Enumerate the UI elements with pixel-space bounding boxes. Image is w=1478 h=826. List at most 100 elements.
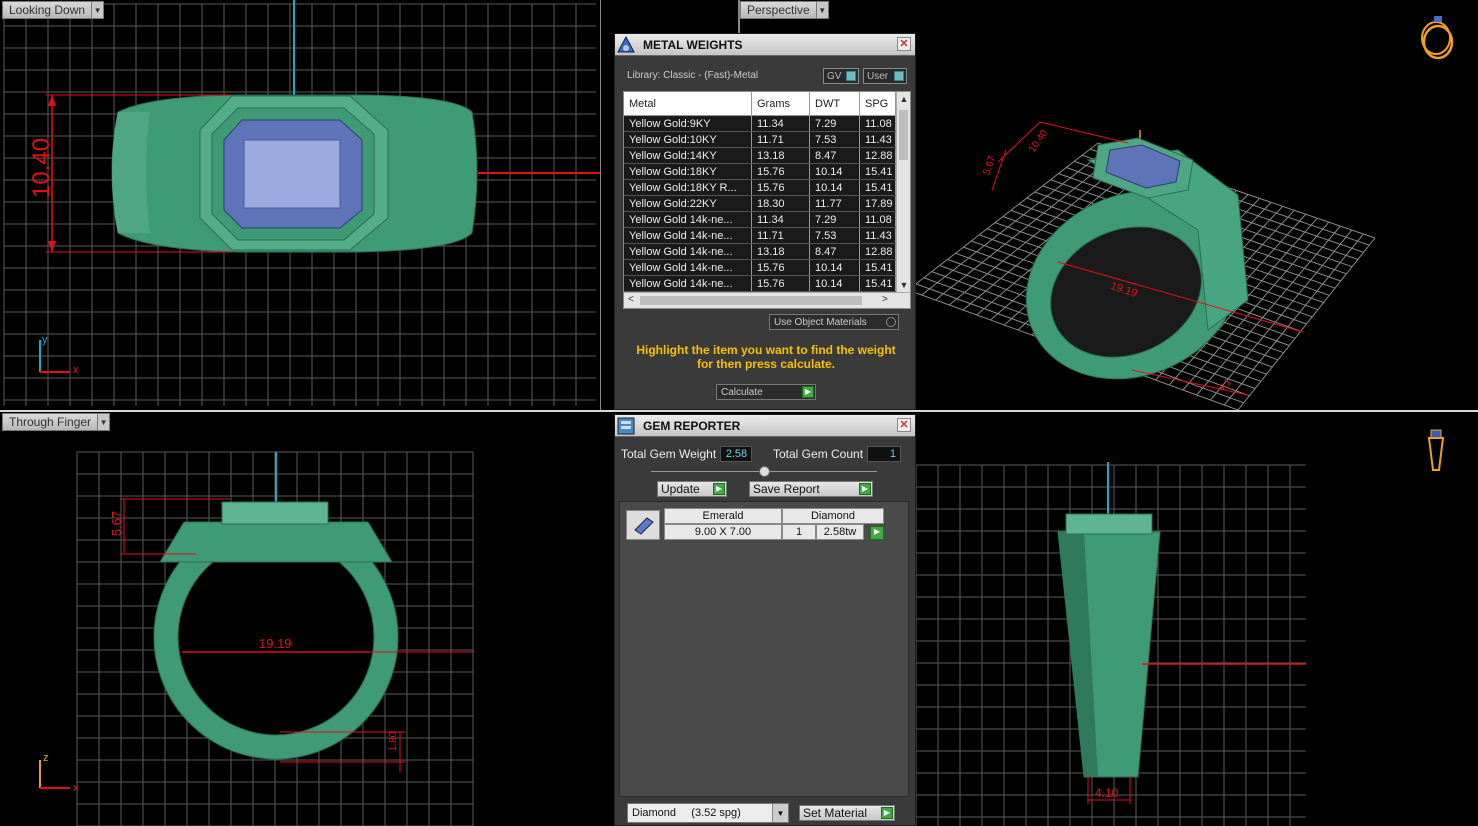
splitter-handle[interactable] — [759, 466, 770, 477]
table-cell: 10.14 — [810, 260, 860, 275]
update-button[interactable]: Update ▶ — [657, 481, 727, 497]
save-report-label: Save Report — [753, 482, 820, 496]
vertical-scrollbar[interactable]: ▲ ▼ — [896, 92, 910, 292]
table-cell: 11.77 — [810, 196, 860, 211]
total-gem-count-value: 1 — [867, 446, 902, 462]
axis-y-label: y — [42, 334, 48, 346]
viewport-separator — [600, 0, 601, 410]
table-cell: 7.29 — [810, 212, 860, 227]
chevron-down-icon[interactable]: ▼ — [97, 414, 110, 430]
gem-reporter-titlebar[interactable]: GEM REPORTER ✕ — [615, 415, 915, 437]
table-cell: 13.18 — [752, 244, 810, 259]
close-icon[interactable]: ✕ — [897, 37, 911, 51]
gv-toggle[interactable]: GV — [823, 68, 859, 84]
user-toggle[interactable]: User — [863, 68, 907, 84]
radio-icon — [886, 317, 896, 327]
chevron-down-icon[interactable]: ▼ — [815, 2, 828, 18]
total-gem-count-label: Total Gem Count — [773, 447, 864, 461]
gem-cut[interactable]: Emerald — [664, 508, 782, 524]
viewport-label-looking-down[interactable]: Looking Down ▼ — [2, 1, 105, 19]
chevron-down-icon[interactable]: ▼ — [772, 804, 788, 822]
chevron-down-icon[interactable]: ▼ — [91, 2, 104, 18]
viewport-label-perspective[interactable]: Perspective ▼ — [740, 1, 829, 19]
set-material-button[interactable]: Set Material ▶ — [799, 805, 895, 821]
material-select[interactable]: Diamond (3.52 spg) ▼ — [627, 803, 789, 823]
gv-toggle-label: GV — [827, 70, 842, 82]
chevron-left-icon[interactable]: < — [628, 294, 634, 305]
chevron-right-icon[interactable]: > — [882, 294, 888, 305]
play-icon[interactable]: ▶ — [870, 526, 884, 540]
table-cell: 12.88 — [860, 244, 896, 259]
play-icon: ▶ — [802, 386, 814, 398]
metal-table: Metal Grams DWT SPG Yellow Gold:9KY 11.34… — [623, 91, 911, 309]
table-row[interactable]: Yellow Gold:18KY R... 15.76 10.14 15.41 — [624, 180, 910, 196]
gem-reporter-panel: GEM REPORTER ✕ Total Gem Weight 2.58 Tot… — [614, 414, 916, 826]
table-cell: 17.89 — [860, 196, 896, 211]
through-finger-scene — [39, 451, 474, 826]
horizontal-scrollbar[interactable]: < > — [624, 292, 910, 308]
table-cell: 15.76 — [752, 164, 810, 179]
metal-weights-titlebar[interactable]: METAL WEIGHTS ✕ — [615, 34, 915, 56]
table-cell: 15.41 — [860, 164, 896, 179]
table-cell: Yellow Gold:18KY — [624, 164, 752, 179]
dim-label-height: 5.67 — [109, 510, 125, 537]
table-cell: Yellow Gold:14KY — [624, 148, 752, 163]
close-icon[interactable]: ✕ — [897, 418, 911, 432]
table-cell: 15.41 — [860, 180, 896, 195]
table-header: Metal Grams DWT SPG — [624, 92, 910, 116]
gem-weight[interactable]: 2.58tw — [816, 524, 864, 540]
column-header[interactable]: SPG — [860, 92, 896, 115]
library-label: Library: Classic - (Fast)-Metal — [627, 70, 759, 81]
table-row[interactable]: Yellow Gold 14k-ne... 11.34 7.29 11.08 — [624, 212, 910, 228]
table-cell: 10.14 — [810, 180, 860, 195]
table-cell: 11.71 — [752, 228, 810, 243]
column-header[interactable]: Metal — [624, 92, 752, 115]
viewport-through-finger[interactable]: 5.67 19.19 1.80 z x Through Finger ▼ — [0, 412, 614, 826]
table-cell: 12.88 — [860, 148, 896, 163]
table-cell: 15.76 — [752, 276, 810, 291]
update-label: Update — [661, 482, 700, 496]
table-cell: 11.71 — [752, 132, 810, 147]
table-row[interactable]: Yellow Gold:18KY 15.76 10.14 15.41 — [624, 164, 910, 180]
chevron-up-icon[interactable]: ▲ — [897, 94, 910, 104]
dimension-label: 10.40 — [28, 137, 55, 198]
gem-thumbnail-icon[interactable] — [626, 510, 660, 540]
gem-count[interactable]: 1 — [782, 524, 816, 540]
table-row[interactable]: Yellow Gold:22KY 18.30 11.77 17.89 — [624, 196, 910, 212]
table-row[interactable]: Yellow Gold 14k-ne... 15.76 10.14 15.41 — [624, 260, 910, 276]
chevron-down-icon[interactable]: ▼ — [897, 280, 910, 290]
dim-label-inner-diameter: 19.19 — [259, 636, 292, 651]
instruction-text: Highlight the item you want to find the … — [625, 343, 907, 371]
table-cell: 11.08 — [860, 212, 896, 227]
total-gem-weight-field: Total Gem Weight 2.58 — [621, 446, 753, 462]
use-object-materials-label: Use Object Materials — [774, 316, 867, 328]
table-row[interactable]: Yellow Gold:10KY 11.71 7.53 11.43 — [624, 132, 910, 148]
table-cell: 13.18 — [752, 148, 810, 163]
table-row[interactable]: Yellow Gold 14k-ne... 11.71 7.53 11.43 — [624, 228, 910, 244]
table-cell: 15.76 — [752, 260, 810, 275]
table-row[interactable]: Yellow Gold 14k-ne... 15.76 10.14 15.41 — [624, 276, 910, 292]
table-row[interactable]: Yellow Gold:9KY 11.34 7.29 11.08 — [624, 116, 910, 132]
table-cell: 7.29 — [810, 116, 860, 131]
metal-weights-icon — [615, 34, 637, 56]
viewport-side[interactable]: 4.10 — [914, 412, 1478, 826]
gem-material[interactable]: Diamond — [782, 508, 884, 524]
viewport-looking-down[interactable]: 10.40 y x Looking Down ▼ — [0, 0, 600, 410]
table-row[interactable]: Yellow Gold:14KY 13.18 8.47 12.88 — [624, 148, 910, 164]
table-cell: 11.34 — [752, 212, 810, 227]
viewport-label-through-finger[interactable]: Through Finger ▼ — [2, 413, 111, 431]
scroll-thumb[interactable] — [899, 110, 908, 160]
viewport-separator — [0, 410, 1478, 412]
toggle-knob — [894, 71, 904, 81]
calculate-button[interactable]: Calculate ▶ — [716, 384, 816, 400]
gem-size[interactable]: 9.00 X 7.00 — [664, 524, 782, 540]
save-report-button[interactable]: Save Report ▶ — [749, 481, 873, 497]
use-object-materials-toggle[interactable]: Use Object Materials — [769, 314, 899, 330]
column-header[interactable]: Grams — [752, 92, 810, 115]
scroll-thumb[interactable] — [640, 296, 862, 305]
total-gem-weight-label: Total Gem Weight — [621, 447, 717, 461]
table-row[interactable]: Yellow Gold 14k-ne... 13.18 8.47 12.88 — [624, 244, 910, 260]
table-cell: Yellow Gold 14k-ne... — [624, 244, 752, 259]
column-header[interactable]: DWT — [810, 92, 860, 115]
table-cell: 8.47 — [810, 148, 860, 163]
